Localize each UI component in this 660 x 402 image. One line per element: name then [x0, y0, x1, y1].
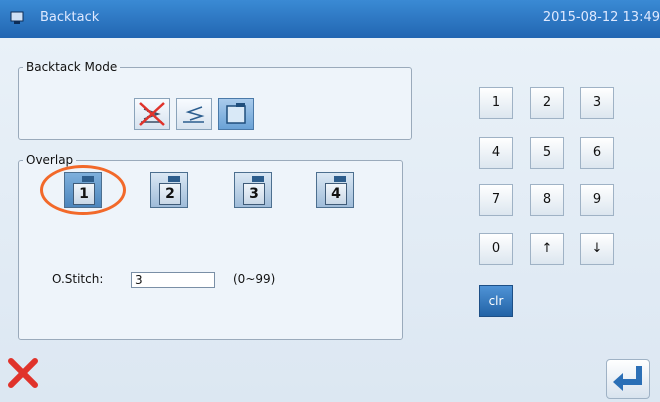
datetime-display: 2015-08-12 13:49 [542, 10, 660, 25]
app-icon [10, 11, 24, 24]
key-4[interactable]: 4 [479, 137, 513, 169]
tab-icon [168, 176, 180, 182]
key-7[interactable]: 7 [479, 184, 513, 216]
cancel-button[interactable] [6, 356, 40, 390]
tab-icon [82, 176, 94, 182]
backtack-overlap-button[interactable] [218, 98, 254, 130]
close-x-icon [8, 358, 38, 388]
enter-button[interactable] [606, 359, 650, 399]
key-8[interactable]: 8 [530, 184, 564, 216]
clear-button[interactable]: clr [479, 285, 513, 317]
enter-return-icon [613, 366, 642, 391]
key-1[interactable]: 1 [479, 87, 513, 119]
key-3[interactable]: 3 [580, 87, 614, 119]
tab-icon [334, 176, 346, 182]
backtack-stitch-button[interactable] [176, 98, 212, 130]
key-5[interactable]: 5 [530, 137, 564, 169]
window-title: Backtack [40, 10, 100, 25]
backtack-stitch-icon [183, 106, 205, 123]
ostitch-input[interactable] [131, 272, 215, 288]
overlap-option-label: 3 [243, 183, 265, 205]
main-panel: Backtack Mode Overlap 1 2 3 4 O.Stitch: … [0, 38, 660, 402]
overlap-option-4[interactable]: 4 [316, 172, 354, 208]
tab-icon [252, 176, 264, 182]
key-2[interactable]: 2 [530, 87, 564, 119]
backtack-overlap-icon [226, 103, 246, 124]
key-9[interactable]: 9 [580, 184, 614, 216]
key-6[interactable]: 6 [580, 137, 614, 169]
backtack-off-icon [139, 102, 165, 126]
backtack-off-button[interactable] [134, 98, 170, 130]
overlap-option-label: 1 [73, 183, 95, 205]
overlap-option-3[interactable]: 3 [234, 172, 272, 208]
key-up-arrow[interactable]: ↑ [530, 233, 564, 265]
key-0[interactable]: 0 [479, 233, 513, 265]
key-down-arrow[interactable]: ↓ [580, 233, 614, 265]
backtack-mode-legend: Backtack Mode [26, 60, 118, 74]
overlap-legend: Overlap [26, 153, 74, 167]
backtack-mode-group: Backtack Mode [18, 60, 412, 140]
ostitch-label: O.Stitch: [52, 272, 104, 286]
overlap-option-label: 2 [159, 183, 181, 205]
overlap-option-label: 4 [325, 183, 347, 205]
title-bar: Backtack 2015-08-12 13:49 [0, 0, 660, 38]
overlap-option-1[interactable]: 1 [64, 172, 102, 208]
ostitch-range: (0~99) [233, 272, 276, 286]
overlap-option-2[interactable]: 2 [150, 172, 188, 208]
